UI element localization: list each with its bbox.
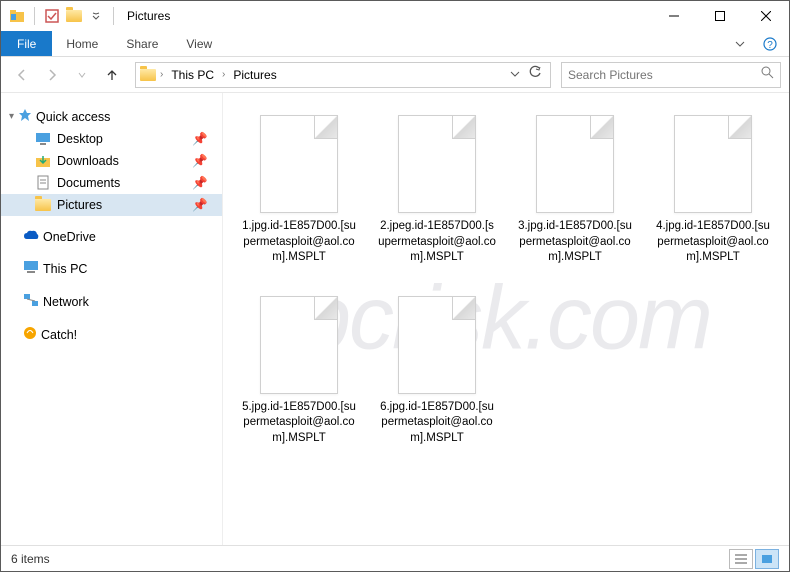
large-icons-view-button[interactable] — [755, 549, 779, 569]
explorer-window: Pictures File Home Share View ? › This P… — [0, 0, 790, 572]
pin-icon: 📌 — [192, 132, 208, 147]
minimize-button[interactable] — [651, 1, 697, 31]
window-title: Pictures — [127, 9, 170, 23]
sidebar-item-label: Downloads — [57, 154, 119, 168]
item-count: 6 items — [11, 552, 50, 566]
file-name: 4.jpg.id-1E857D00.[supermetasploit@aol.c… — [653, 219, 773, 266]
sidebar-item-label: Network — [43, 295, 89, 309]
sidebar-item-downloads[interactable]: Downloads 📌 — [1, 150, 222, 172]
refresh-button[interactable] — [528, 65, 542, 84]
new-folder-icon[interactable] — [66, 8, 82, 24]
close-button[interactable] — [743, 1, 789, 31]
star-icon — [18, 108, 32, 125]
window-controls — [651, 1, 789, 31]
sidebar-item-label: OneDrive — [43, 230, 96, 244]
onedrive-icon — [23, 229, 39, 244]
navbar: › This PC › Pictures — [1, 57, 789, 93]
chevron-right-icon[interactable]: › — [222, 69, 225, 80]
file-item[interactable]: 5.jpg.id-1E857D00.[supermetasploit@aol.c… — [235, 292, 363, 451]
sidebar-item-pictures[interactable]: Pictures 📌 — [1, 194, 222, 216]
file-name: 2.jpeg.id-1E857D00.[supermetasploit@aol.… — [377, 219, 497, 266]
file-thumbnail-icon — [398, 115, 476, 213]
file-name: 5.jpg.id-1E857D00.[supermetasploit@aol.c… — [239, 400, 359, 447]
sidebar-item-documents[interactable]: Documents 📌 — [1, 172, 222, 194]
file-pane[interactable]: pcrisk.com 1.jpg.id-1E857D00.[supermetas… — [223, 93, 789, 545]
file-thumbnail-icon — [536, 115, 614, 213]
svg-text:?: ? — [767, 40, 773, 51]
file-name: 3.jpg.id-1E857D00.[supermetasploit@aol.c… — [515, 219, 635, 266]
sidebar-catch[interactable]: Catch! — [1, 323, 222, 346]
pin-icon: 📌 — [192, 154, 208, 169]
tab-home[interactable]: Home — [52, 31, 112, 56]
breadcrumb-thispc[interactable]: This PC — [167, 68, 218, 82]
search-input[interactable] — [568, 68, 760, 82]
sidebar-item-label: Documents — [57, 176, 120, 190]
file-item[interactable]: 6.jpg.id-1E857D00.[supermetasploit@aol.c… — [373, 292, 501, 451]
documents-icon — [35, 175, 51, 191]
tab-view[interactable]: View — [172, 31, 226, 56]
forward-button[interactable] — [39, 62, 65, 88]
location-icon — [140, 67, 156, 83]
details-view-button[interactable] — [729, 549, 753, 569]
sidebar-thispc[interactable]: This PC — [1, 257, 222, 280]
sidebar-item-label: Desktop — [57, 132, 103, 146]
catch-icon — [23, 326, 37, 343]
search-box[interactable] — [561, 62, 781, 88]
file-menu[interactable]: File — [1, 31, 52, 56]
view-switcher — [729, 549, 779, 569]
statusbar: 6 items — [1, 545, 789, 571]
tab-share[interactable]: Share — [112, 31, 172, 56]
breadcrumb-pictures[interactable]: Pictures — [229, 68, 280, 82]
body: ▾ Quick access Desktop 📌 Downloads 📌 Doc — [1, 93, 789, 545]
sidebar-item-label: This PC — [43, 262, 87, 276]
recent-dropdown[interactable] — [69, 62, 95, 88]
downloads-icon — [35, 153, 51, 169]
separator — [113, 7, 114, 25]
sidebar-item-label: Pictures — [57, 198, 102, 212]
pin-icon: 📌 — [192, 198, 208, 213]
ribbon: File Home Share View ? — [1, 31, 789, 57]
thispc-icon — [23, 260, 39, 277]
file-item[interactable]: 2.jpeg.id-1E857D00.[supermetasploit@aol.… — [373, 111, 501, 270]
file-item[interactable]: 3.jpg.id-1E857D00.[supermetasploit@aol.c… — [511, 111, 639, 270]
file-grid: 1.jpg.id-1E857D00.[supermetasploit@aol.c… — [235, 111, 777, 450]
sidebar-item-label: Catch! — [41, 328, 77, 342]
pin-icon: 📌 — [192, 176, 208, 191]
sidebar-onedrive[interactable]: OneDrive — [1, 226, 222, 247]
separator — [34, 7, 35, 25]
network-icon — [23, 293, 39, 310]
titlebar: Pictures — [1, 1, 789, 31]
sidebar-label: Quick access — [36, 110, 110, 124]
address-bar[interactable]: › This PC › Pictures — [135, 62, 551, 88]
app-icon — [9, 8, 25, 24]
address-dropdown-icon[interactable] — [510, 66, 520, 84]
file-name: 6.jpg.id-1E857D00.[supermetasploit@aol.c… — [377, 400, 497, 447]
file-thumbnail-icon — [398, 296, 476, 394]
file-thumbnail-icon — [260, 115, 338, 213]
chevron-right-icon[interactable]: › — [160, 69, 163, 80]
file-name: 1.jpg.id-1E857D00.[supermetasploit@aol.c… — [239, 219, 359, 266]
ribbon-expand-button[interactable] — [725, 31, 755, 56]
file-item[interactable]: 4.jpg.id-1E857D00.[supermetasploit@aol.c… — [649, 111, 777, 270]
desktop-icon — [35, 131, 51, 147]
file-thumbnail-icon — [260, 296, 338, 394]
qat: Pictures — [1, 7, 170, 25]
sidebar-quick-access[interactable]: ▾ Quick access — [1, 105, 222, 128]
sidebar-network[interactable]: Network — [1, 290, 222, 313]
pictures-icon — [35, 197, 51, 213]
maximize-button[interactable] — [697, 1, 743, 31]
file-item[interactable]: 1.jpg.id-1E857D00.[supermetasploit@aol.c… — [235, 111, 363, 270]
properties-icon[interactable] — [44, 8, 60, 24]
back-button[interactable] — [9, 62, 35, 88]
sidebar-item-desktop[interactable]: Desktop 📌 — [1, 128, 222, 150]
file-thumbnail-icon — [674, 115, 752, 213]
help-button[interactable]: ? — [755, 31, 785, 56]
navigation-pane: ▾ Quick access Desktop 📌 Downloads 📌 Doc — [1, 93, 223, 545]
search-icon[interactable] — [760, 65, 774, 84]
chevron-down-icon: ▾ — [9, 111, 14, 122]
qat-dropdown-icon[interactable] — [88, 8, 104, 24]
up-button[interactable] — [99, 62, 125, 88]
